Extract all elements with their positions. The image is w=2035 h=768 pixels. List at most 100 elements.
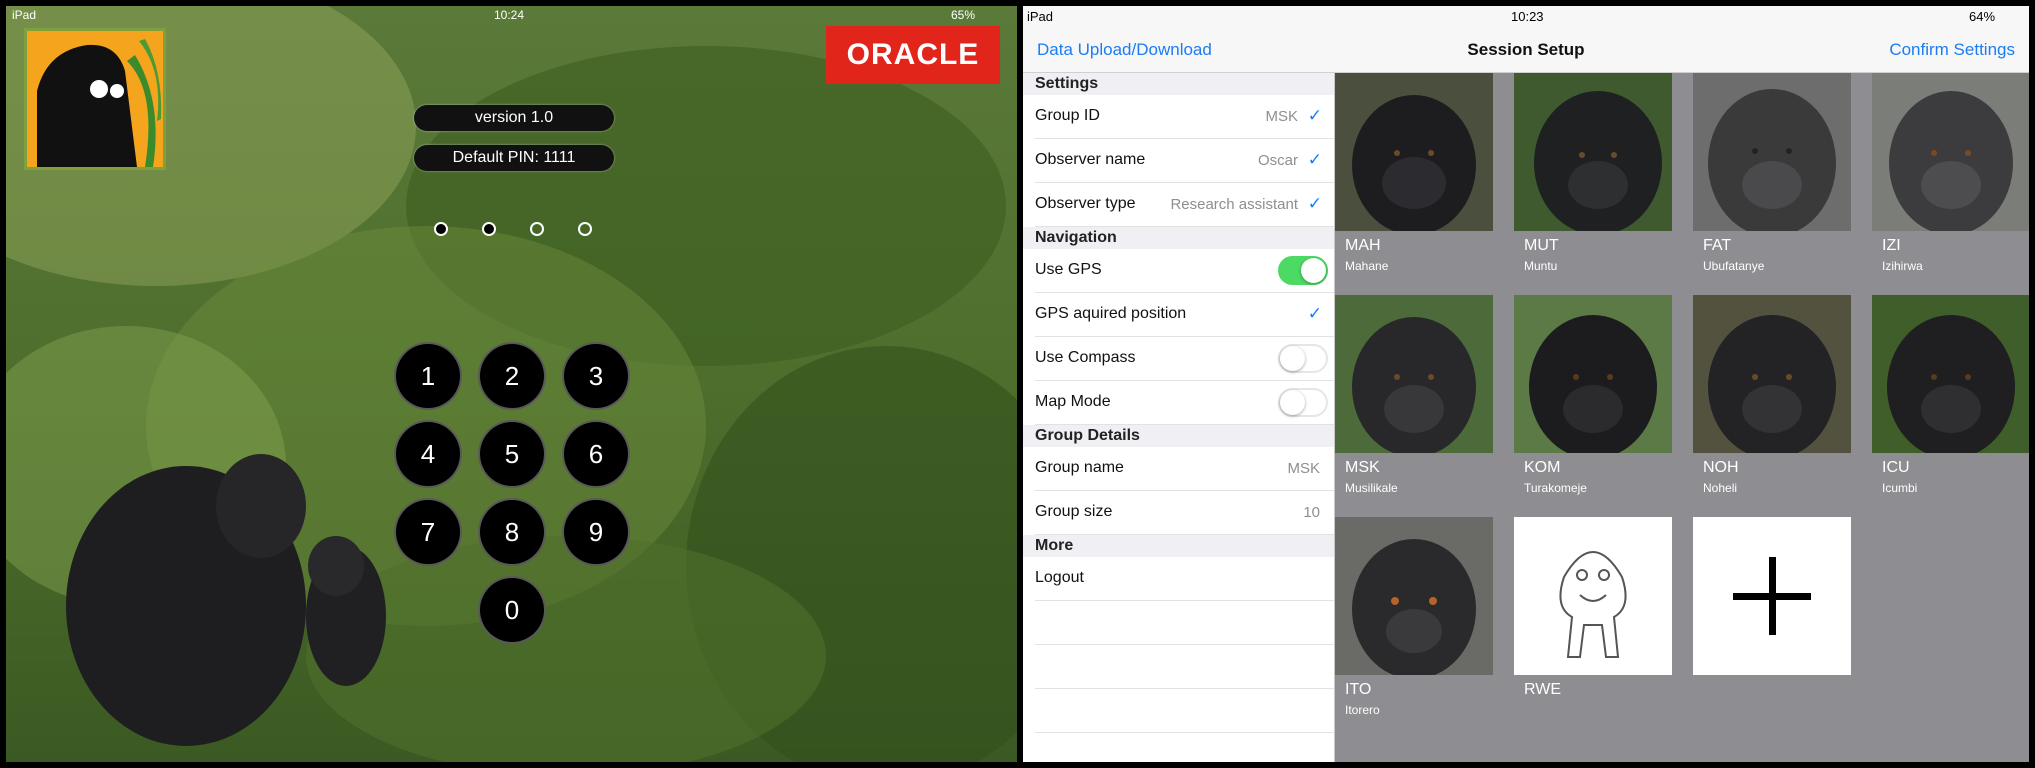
- gorilla-photo: [1872, 73, 2029, 231]
- map-mode-toggle[interactable]: [1278, 388, 1328, 417]
- settings-sidebar: Settings Group ID MSK ✓ Observer name Os…: [1023, 73, 1335, 762]
- empty-row: [1035, 689, 1334, 733]
- gorilla-name: Izihirwa: [1882, 259, 1923, 273]
- gorilla-sketch: [1514, 517, 1672, 675]
- gorilla-name: Mahane: [1345, 259, 1389, 273]
- keypad-key-6[interactable]: 6: [562, 420, 630, 488]
- status-bar: iPad 10:23 64%: [1023, 6, 2029, 26]
- keypad-key-8[interactable]: 8: [478, 498, 546, 566]
- checkmark-icon: ✓: [1307, 150, 1322, 169]
- page-title: Session Setup: [1467, 40, 1585, 59]
- session-setup-screen: iPad 10:23 64% Data Upload/Download Sess…: [1023, 6, 2029, 762]
- section-header-group-details: Group Details: [1023, 425, 1334, 447]
- gorilla-card[interactable]: RWE: [1514, 517, 1672, 699]
- device-label: iPad: [1027, 9, 1054, 24]
- keypad-key-9[interactable]: 9: [562, 498, 630, 566]
- gorilla-name: Ubufatanye: [1703, 259, 1765, 273]
- keypad-key-3[interactable]: 3: [562, 342, 630, 410]
- device-label: iPad: [12, 8, 37, 22]
- observer-name-row[interactable]: Observer name Oscar ✓: [1035, 139, 1334, 183]
- checkmark-icon: ✓: [1307, 106, 1322, 125]
- oracle-logo: ORACLE: [826, 26, 1000, 84]
- gorilla-code: NOH: [1703, 459, 1739, 476]
- row-value: Research assistant: [1170, 196, 1298, 213]
- group-id-row[interactable]: Group ID MSK ✓: [1035, 95, 1334, 139]
- gorilla-name: Musilikale: [1345, 481, 1398, 495]
- confirm-settings-button[interactable]: Confirm Settings: [1889, 40, 2015, 60]
- gorilla-photo: [1872, 295, 2029, 453]
- gorilla-card[interactable]: IZI Izihirwa: [1872, 73, 2029, 273]
- gorilla-code: MAH: [1345, 237, 1381, 254]
- row-label: Group name: [1035, 459, 1124, 476]
- gorilla-photo: [1514, 295, 1672, 453]
- group-size-row[interactable]: Group size 10: [1035, 491, 1334, 535]
- gorilla-name: Itorero: [1345, 703, 1380, 717]
- lock-screen: iPad 10:24 65% ORACLE version 1.0 Defaul…: [6, 6, 1017, 762]
- gorilla-card[interactable]: MAH Mahane: [1335, 73, 1493, 273]
- row-label: Group ID: [1035, 107, 1100, 124]
- gorilla-logo: [24, 28, 166, 170]
- gorilla-code: KOM: [1524, 459, 1561, 476]
- row-value: Oscar: [1257, 152, 1298, 169]
- use-gps-row: Use GPS: [1035, 249, 1334, 293]
- battery-percent: 65%: [951, 8, 976, 22]
- row-value: MSK: [1265, 108, 1298, 125]
- use-compass-toggle[interactable]: [1278, 344, 1328, 373]
- gorilla-code: IZI: [1882, 237, 1901, 254]
- keypad-key-0[interactable]: 0: [478, 576, 546, 644]
- gorilla-name: Noheli: [1703, 481, 1738, 495]
- gorilla-code: MUT: [1524, 237, 1559, 254]
- pin-dot-filled: [482, 222, 496, 236]
- gorilla-code: FAT: [1703, 237, 1732, 254]
- gorilla-photo: [1514, 73, 1672, 231]
- gorilla-photo: [1335, 73, 1493, 231]
- logout-row[interactable]: Logout: [1035, 557, 1334, 601]
- gorilla-card[interactable]: MUT Muntu: [1514, 73, 1672, 273]
- gorilla-card[interactable]: ITO Itorero: [1335, 517, 1493, 717]
- row-label: Observer type: [1035, 195, 1136, 212]
- plus-icon: [1693, 517, 1851, 675]
- gorilla-code: ITO: [1345, 681, 1372, 698]
- gorilla-name: Muntu: [1524, 259, 1558, 273]
- keypad-key-5[interactable]: 5: [478, 420, 546, 488]
- default-pin-label: Default PIN: 1111: [414, 145, 614, 171]
- keypad-key-4[interactable]: 4: [394, 420, 462, 488]
- row-label: GPS aquired position: [1035, 305, 1187, 322]
- add-gorilla-button[interactable]: [1693, 517, 1851, 675]
- observer-type-row[interactable]: Observer type Research assistant ✓: [1035, 183, 1334, 227]
- version-label: version 1.0: [414, 105, 614, 131]
- keypad-key-1[interactable]: 1: [394, 342, 462, 410]
- gorilla-card[interactable]: FAT Ubufatanye: [1693, 73, 1851, 273]
- use-compass-row: Use Compass: [1035, 337, 1334, 381]
- status-time: 10:23: [1511, 9, 1544, 24]
- use-gps-toggle[interactable]: [1278, 256, 1328, 285]
- gorilla-name: Icumbi: [1882, 481, 1918, 495]
- gorilla-name: Turakomeje: [1524, 481, 1587, 495]
- row-label: Use GPS: [1035, 261, 1102, 278]
- keypad-key-2[interactable]: 2: [478, 342, 546, 410]
- gorilla-card[interactable]: NOH Noheli: [1693, 295, 1851, 495]
- keypad-key-7[interactable]: 7: [394, 498, 462, 566]
- gorilla-grid: MAH Mahane MUT Muntu FAT Ubufatanye IZI …: [1335, 73, 2029, 762]
- row-label: Group size: [1035, 503, 1113, 520]
- checkmark-icon: ✓: [1307, 304, 1322, 323]
- gorilla-photo: [1693, 73, 1851, 231]
- gorilla-card[interactable]: ICU Icumbi: [1872, 295, 2029, 495]
- row-label: Use Compass: [1035, 349, 1136, 366]
- pin-dot-empty: [530, 222, 544, 236]
- empty-row: [1035, 645, 1334, 689]
- map-mode-row: Map Mode: [1035, 381, 1334, 425]
- status-bar: iPad 10:24 65%: [6, 6, 1017, 24]
- row-label: Map Mode: [1035, 393, 1111, 410]
- gorilla-photo: [1693, 295, 1851, 453]
- gps-position-row[interactable]: GPS aquired position ✓: [1035, 293, 1334, 337]
- navigation-bar: Data Upload/Download Session Setup Confi…: [1023, 26, 2029, 73]
- gorilla-card[interactable]: KOM Turakomeje: [1514, 295, 1672, 495]
- section-header-more: More: [1023, 535, 1334, 557]
- group-name-row[interactable]: Group name MSK: [1035, 447, 1334, 491]
- pin-dot-empty: [578, 222, 592, 236]
- gorilla-card[interactable]: MSK Musilikale: [1335, 295, 1493, 495]
- logout-label: Logout: [1035, 569, 1084, 586]
- status-time: 10:24: [494, 8, 525, 22]
- gorilla-code: ICU: [1882, 459, 1910, 476]
